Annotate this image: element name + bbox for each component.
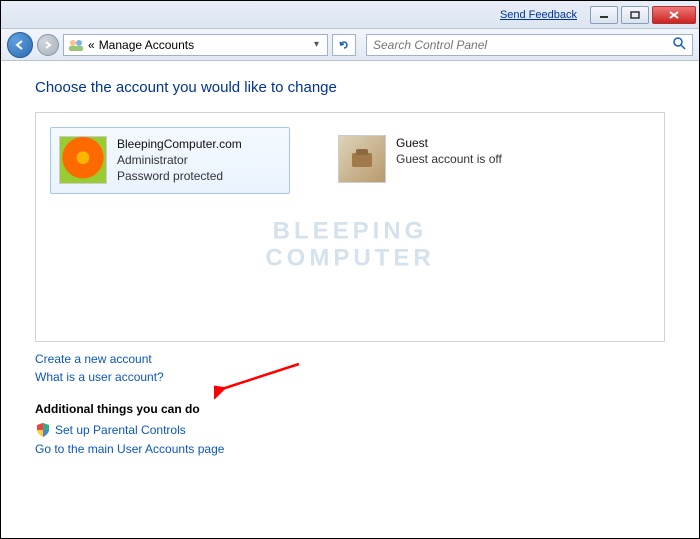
search-box[interactable] [366, 34, 693, 56]
refresh-button[interactable] [332, 34, 356, 56]
avatar-icon [338, 135, 386, 183]
account-info: Guest Guest account is off [396, 135, 502, 186]
primary-links: Create a new account What is a user acco… [35, 352, 665, 384]
main-user-accounts-link[interactable]: Go to the main User Accounts page [35, 442, 665, 456]
forward-button[interactable] [37, 34, 59, 56]
minimize-button[interactable] [590, 6, 618, 24]
window-titlebar: Send Feedback [1, 1, 699, 29]
shield-icon [35, 422, 51, 438]
address-dropdown-icon[interactable]: ▾ [310, 39, 323, 50]
account-tile-primary[interactable]: BleepingComputer.com Administrator Passw… [50, 127, 290, 194]
user-accounts-icon [68, 37, 84, 53]
account-role: Administrator [117, 152, 242, 168]
search-icon [672, 36, 686, 53]
account-role: Guest account is off [396, 151, 502, 167]
account-tile-guest[interactable]: Guest Guest account is off [330, 127, 570, 194]
parental-controls-link[interactable]: Set up Parental Controls [55, 423, 186, 437]
account-name: BleepingComputer.com [117, 136, 242, 152]
search-input[interactable] [373, 38, 668, 52]
address-bar[interactable]: « Manage Accounts ▾ [63, 34, 328, 56]
page-heading: Choose the account you would like to cha… [35, 79, 665, 96]
nav-bar: « Manage Accounts ▾ [1, 29, 699, 61]
what-is-account-link[interactable]: What is a user account? [35, 370, 665, 384]
account-info: BleepingComputer.com Administrator Passw… [117, 136, 242, 185]
send-feedback-link[interactable]: Send Feedback [500, 9, 577, 21]
accounts-container: BleepingComputer.com Administrator Passw… [35, 112, 665, 342]
close-button[interactable] [652, 6, 696, 24]
account-status: Password protected [117, 168, 242, 184]
create-account-link[interactable]: Create a new account [35, 352, 665, 366]
additional-heading: Additional things you can do [35, 402, 665, 416]
maximize-button[interactable] [621, 6, 649, 24]
account-name: Guest [396, 135, 502, 151]
back-button[interactable] [7, 32, 33, 58]
breadcrumb-current: Manage Accounts [99, 38, 194, 52]
breadcrumb-prefix: « [88, 38, 95, 52]
watermark: BLEEPINGCOMPUTER [265, 219, 434, 272]
content-area: Choose the account you would like to cha… [1, 61, 699, 478]
avatar-icon [59, 136, 107, 184]
